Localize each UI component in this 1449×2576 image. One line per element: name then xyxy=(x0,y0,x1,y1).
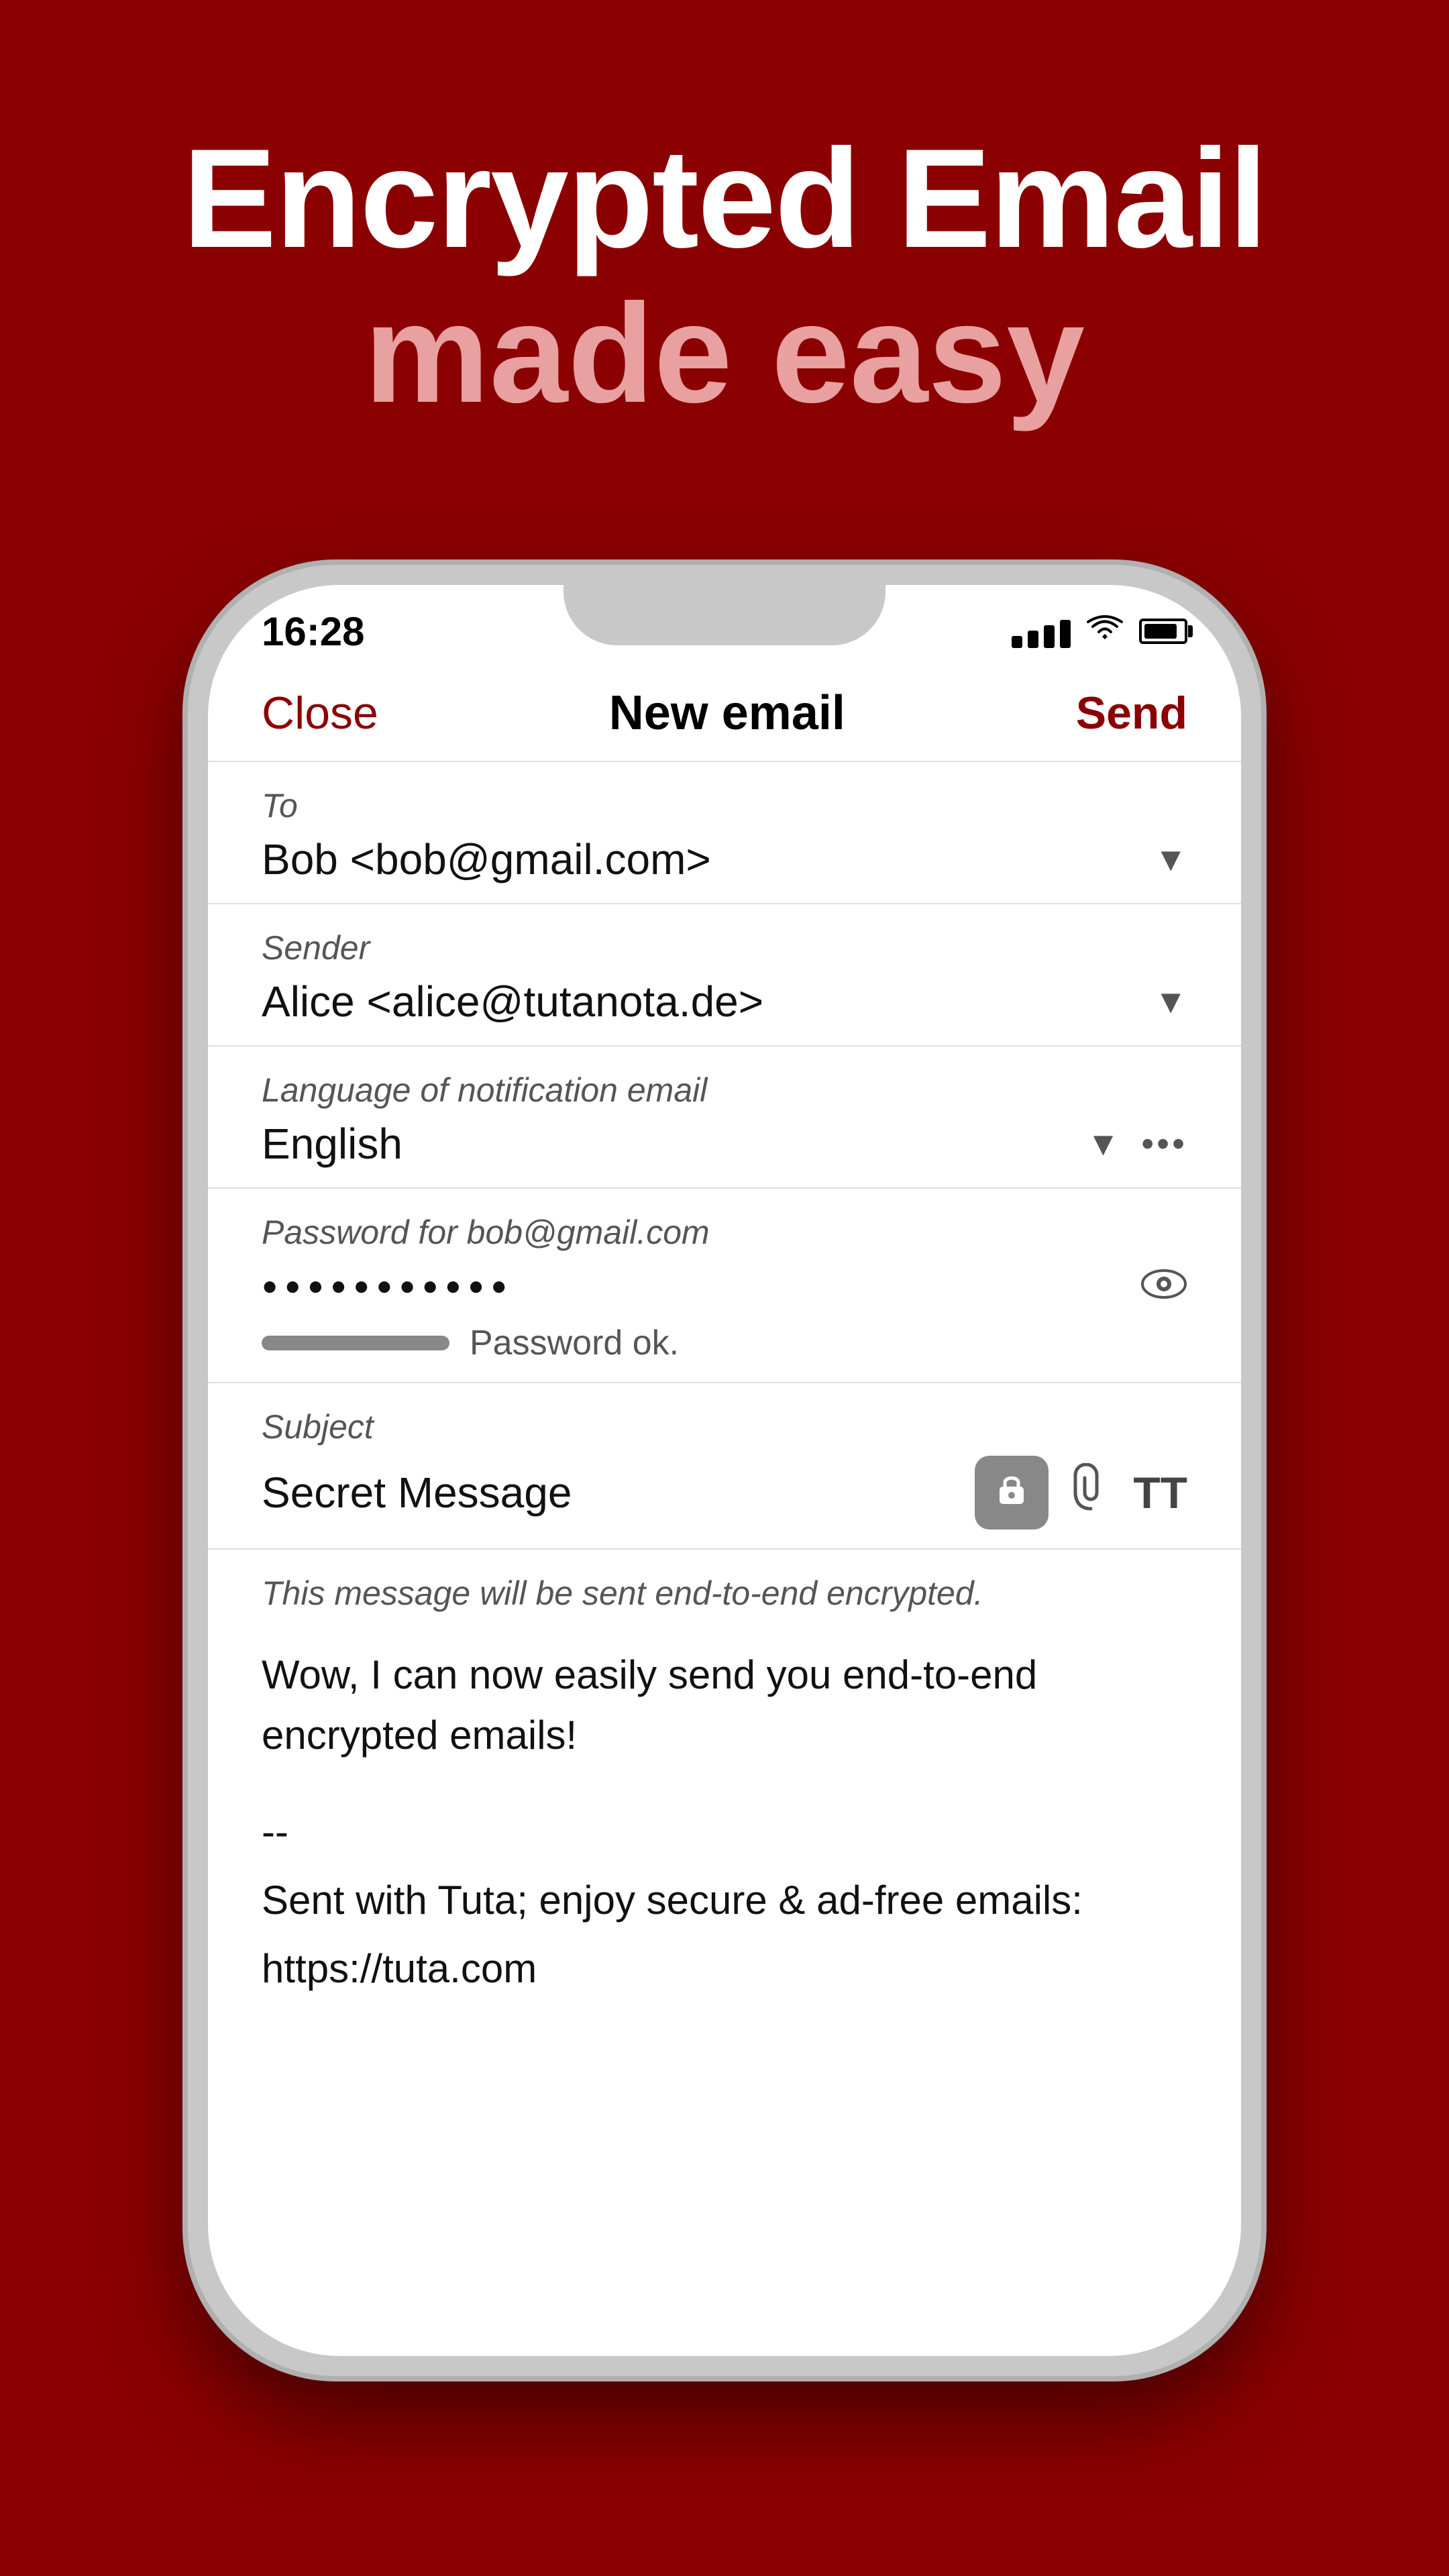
sender-field: Sender Alice <alice@tutanota.de> ▼ xyxy=(208,904,1241,1046)
password-strength-bar xyxy=(262,1336,449,1350)
sender-dropdown-arrow[interactable]: ▼ xyxy=(1155,982,1188,1021)
password-field: Password for bob@gmail.com ●●●●●●●●●●● P… xyxy=(208,1189,1241,1383)
sender-label: Sender xyxy=(262,928,1187,967)
notification-more-options[interactable]: ••• xyxy=(1141,1123,1187,1165)
signal-bar-1 xyxy=(1012,636,1022,648)
lock-encrypt-button[interactable] xyxy=(975,1456,1049,1529)
signal-bar-2 xyxy=(1028,631,1038,648)
status-icons xyxy=(1012,613,1187,650)
hero-title-line2: made easy xyxy=(182,276,1267,431)
notification-language-label: Language of notification email xyxy=(262,1071,1187,1110)
phone-outer-frame: 16:28 xyxy=(188,565,1261,2376)
nav-title: New email xyxy=(609,686,845,741)
encrypt-notice: This message will be sent end-to-end enc… xyxy=(262,1574,1187,1613)
subject-toolbar: TT xyxy=(975,1456,1187,1529)
battery-fill xyxy=(1144,624,1177,639)
notification-language-field: Language of notification email English ▼… xyxy=(208,1046,1241,1189)
notification-dropdown-arrow[interactable]: ▼ xyxy=(1087,1124,1120,1163)
email-nav-bar: Close New email Send xyxy=(208,659,1241,762)
signature-line2: Sent with Tuta; enjoy secure & ad-free e… xyxy=(262,1866,1187,1935)
signal-icon xyxy=(1012,614,1071,648)
subject-label: Subject xyxy=(262,1407,1187,1446)
to-field: To Bob <bob@gmail.com> ▼ xyxy=(208,762,1241,904)
status-time: 16:28 xyxy=(262,608,364,655)
close-button[interactable]: Close xyxy=(262,687,378,739)
message-content[interactable]: Wow, I can now easily send you end-to-en… xyxy=(262,1645,1187,1766)
signal-bar-4 xyxy=(1060,620,1071,648)
phone-mockup: 16:28 xyxy=(188,565,1261,2376)
wifi-icon xyxy=(1087,613,1123,650)
subject-value[interactable]: Secret Message xyxy=(262,1468,572,1517)
lock-icon xyxy=(991,1468,1032,1517)
notification-language-value[interactable]: English xyxy=(262,1119,402,1169)
password-value[interactable]: ●●●●●●●●●●● xyxy=(262,1271,514,1301)
message-signature: -- Sent with Tuta; enjoy secure & ad-fre… xyxy=(262,1798,1187,2003)
to-dropdown-arrow[interactable]: ▼ xyxy=(1155,840,1188,879)
sender-value[interactable]: Alice <alice@tutanota.de> xyxy=(262,977,763,1026)
text-format-button[interactable]: TT xyxy=(1133,1467,1187,1518)
password-label: Password for bob@gmail.com xyxy=(262,1213,1187,1252)
subject-field: Subject Secret Message xyxy=(208,1383,1241,1550)
to-label: To xyxy=(262,786,1187,825)
signal-bar-3 xyxy=(1044,625,1055,648)
message-body: This message will be sent end-to-end enc… xyxy=(208,1550,1241,2027)
attachment-button[interactable] xyxy=(1073,1463,1109,1523)
notification-actions: ▼ ••• xyxy=(1087,1123,1187,1165)
to-value[interactable]: Bob <bob@gmail.com> xyxy=(262,835,711,884)
send-button[interactable]: Send xyxy=(1076,687,1187,739)
phone-notch xyxy=(564,585,885,645)
phone-screen: 16:28 xyxy=(208,585,1241,2356)
password-strength-row: Password ok. xyxy=(262,1323,1187,1363)
password-strength-label: Password ok. xyxy=(470,1323,679,1363)
signature-line1: -- xyxy=(262,1798,1187,1866)
hero-title-line1: Encrypted Email xyxy=(182,121,1267,276)
battery-icon xyxy=(1139,619,1187,644)
hero-section: Encrypted Email made easy xyxy=(129,121,1320,431)
signature-line3: https://tuta.com xyxy=(262,1935,1187,2003)
password-visibility-toggle[interactable] xyxy=(1140,1261,1187,1311)
